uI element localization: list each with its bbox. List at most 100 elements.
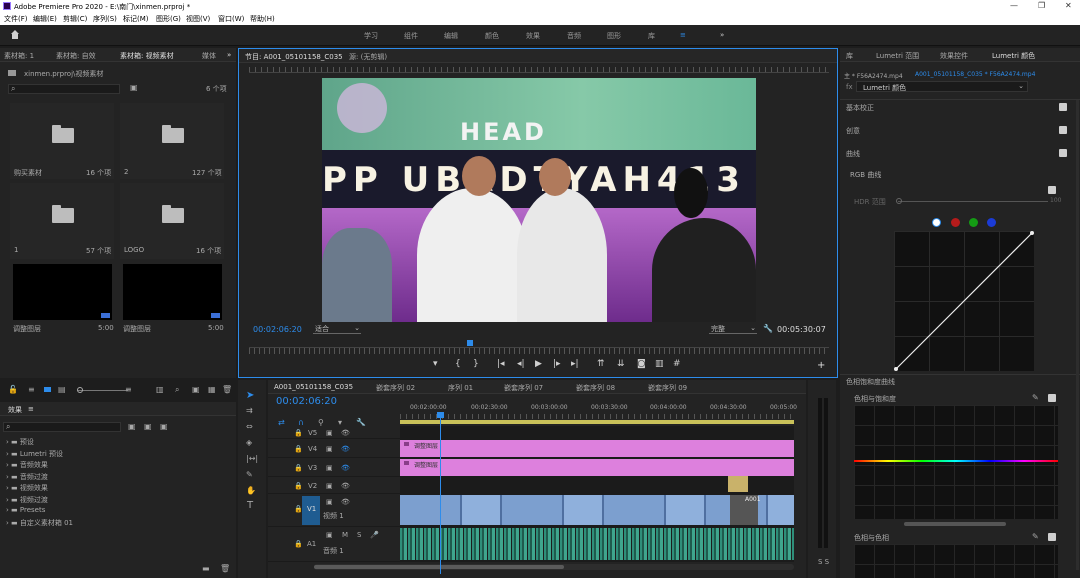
hue-vs-sat-checkbox[interactable] [1048, 394, 1056, 402]
adjustment-clip-v3[interactable]: 调整图层 [400, 459, 794, 476]
tree-item[interactable]: › ▬ 视频过渡 [6, 495, 73, 507]
lock-icon[interactable]: 🔒 [294, 482, 303, 490]
automate-icon[interactable]: ▥ [156, 385, 164, 394]
hdr-slider-handle[interactable] [896, 198, 902, 204]
tab-effects[interactable]: 效果 [8, 405, 22, 415]
sequence-clip-label[interactable]: A001_05101158_C035 * F56A2474.mp4 [915, 71, 1035, 78]
play-icon[interactable]: ▶ [535, 359, 542, 369]
title-clip-v2[interactable] [728, 476, 748, 492]
menu-clip[interactable]: 剪辑(C) [63, 14, 87, 24]
hue-vs-hue-graph[interactable] [854, 544, 1058, 578]
lift-icon[interactable]: ⇈ [597, 359, 605, 369]
go-to-out-icon[interactable]: ▸| [571, 359, 579, 369]
add-marker-icon[interactable]: ▾ [433, 359, 438, 369]
panel-overflow-icon[interactable]: » [227, 51, 231, 59]
tree-item[interactable]: › ▬ 音频效果 [6, 460, 73, 472]
hdr-checkbox[interactable] [1048, 186, 1056, 194]
tree-item[interactable]: › ▬ Lumetri 预设 [6, 449, 73, 461]
tab-sequence[interactable]: 序列 01 [448, 383, 473, 393]
playhead-marker[interactable] [467, 340, 473, 346]
tree-item[interactable]: › ▬ 音频过渡 [6, 472, 73, 484]
lumetri-scrollbar[interactable] [1076, 100, 1079, 570]
workspace-effects[interactable]: 效果 [526, 31, 540, 41]
step-forward-icon[interactable]: |▸ [553, 359, 561, 369]
settings-wrench-icon[interactable]: 🔧 [763, 324, 773, 333]
adjustment-clip-v4[interactable]: 调整图层 [400, 440, 794, 457]
slip-tool-icon[interactable]: |↔| [246, 454, 258, 463]
menu-window[interactable]: 窗口(W) [218, 14, 244, 24]
lock-icon[interactable]: 🔒 [294, 429, 303, 437]
subsection-rgb-curves[interactable]: RGB 曲线 [850, 170, 881, 180]
search-input[interactable] [8, 84, 120, 94]
subsection-hue-sat-curves[interactable]: 色相饱和度曲线 [846, 377, 895, 387]
curves-checkbox[interactable] [1059, 149, 1067, 157]
tree-item[interactable]: › ▬ Presets [6, 506, 73, 518]
tab-sequence[interactable]: 嵌套序列 07 [504, 383, 543, 393]
bin-tile[interactable]: 1 57 个项 [10, 183, 114, 259]
tree-item[interactable]: › ▬ 预设 [6, 437, 73, 449]
green-channel-button[interactable] [969, 218, 978, 227]
yuv-effects-icon[interactable]: ▣ [160, 422, 168, 431]
eye-icon[interactable]: 👁 [341, 445, 350, 453]
quality-select[interactable]: 完整 ⌄ [709, 324, 757, 334]
source-clip-label[interactable]: 主 * F56A2474.mp4 [844, 71, 903, 80]
track-label[interactable]: V3 [308, 464, 317, 472]
eye-icon[interactable]: 👁 [341, 464, 350, 472]
menu-graphics[interactable]: 图形(G) [156, 14, 181, 24]
compare-view-icon[interactable]: ▥ [655, 359, 664, 369]
mute-icon[interactable]: M [342, 531, 348, 539]
sync-icon[interactable]: ▣ [326, 531, 333, 539]
eyedropper-icon[interactable]: ✎ [1032, 393, 1039, 402]
tab-sequence[interactable]: 嵌套序列 02 [376, 383, 415, 393]
monitor-scrubber[interactable] [249, 347, 829, 354]
mark-in-icon[interactable]: { [455, 359, 461, 369]
tab-lumetri-color[interactable]: Lumetri 颜色 [992, 51, 1035, 61]
eye-icon[interactable]: 👁 [341, 498, 350, 506]
tab-sequence[interactable]: A001_05101158_C035 [274, 383, 353, 391]
track-label[interactable]: V1 [307, 505, 316, 513]
tab-bin-1[interactable]: 素材箱: 1 [4, 51, 34, 61]
bin-tile[interactable]: 购买素材 16 个项 [10, 103, 114, 179]
creative-checkbox[interactable] [1059, 126, 1067, 134]
eye-icon[interactable]: 👁 [341, 482, 350, 490]
zoom-select[interactable]: 适合 ⌄ [313, 324, 361, 334]
close-button[interactable]: ✕ [1065, 1, 1072, 10]
bin-tile[interactable]: LOGO 16 个项 [120, 183, 224, 259]
bin-tile[interactable]: 2 127 个项 [120, 103, 224, 179]
section-curves[interactable]: 曲线 [846, 149, 860, 159]
track-label[interactable]: V2 [308, 482, 317, 490]
menu-file[interactable]: 文件(F) [4, 14, 28, 24]
mic-icon[interactable]: 🎤 [370, 531, 379, 539]
workspace-menu-icon[interactable]: ≡ [680, 31, 686, 39]
workspace-libraries[interactable]: 库 [648, 31, 655, 41]
home-icon[interactable] [10, 30, 20, 40]
effects-search-input[interactable] [3, 422, 121, 432]
tab-sequence[interactable]: 嵌套序列 09 [648, 383, 687, 393]
lumetri-instance-select[interactable]: Lumetri 颜色 ⌄ [856, 81, 1028, 92]
workspace-learn[interactable]: 学习 [364, 31, 378, 41]
red-channel-button[interactable] [951, 218, 960, 227]
solo-indicator-icon[interactable]: S S [818, 558, 829, 566]
hand-tool-icon[interactable]: ✋ [246, 486, 256, 495]
list-view-icon[interactable]: ≡ [28, 385, 35, 394]
hue-vs-hue-checkbox[interactable] [1048, 533, 1056, 541]
eye-icon[interactable]: 👁 [341, 429, 350, 437]
extract-icon[interactable]: ⇊ [617, 359, 625, 369]
accelerated-effects-icon[interactable]: ▣ [128, 422, 136, 431]
track-select-tool-icon[interactable]: ⇉ [246, 406, 253, 415]
sync-icon[interactable]: ▣ [326, 464, 333, 472]
panel-menu-icon[interactable]: ≡ [28, 405, 34, 413]
menu-view[interactable]: 视图(V) [186, 14, 210, 24]
32bit-effects-icon[interactable]: ▣ [144, 422, 152, 431]
eyedropper-icon[interactable]: ✎ [1032, 532, 1039, 541]
tab-bin-video[interactable]: 素材箱: 视频素材 [120, 51, 174, 61]
sync-icon[interactable]: ▣ [326, 482, 333, 490]
work-area-bar[interactable] [400, 420, 794, 424]
selection-tool-icon[interactable]: ➤ [246, 390, 254, 401]
section-creative[interactable]: 创意 [846, 126, 860, 136]
menu-help[interactable]: 帮助(H) [250, 14, 275, 24]
menu-marker[interactable]: 标记(M) [123, 14, 149, 24]
find-icon[interactable]: ⌕ [175, 385, 179, 395]
section-basic-correction[interactable]: 基本校正 [846, 103, 874, 113]
new-bin-icon[interactable]: ▣ [130, 83, 138, 92]
